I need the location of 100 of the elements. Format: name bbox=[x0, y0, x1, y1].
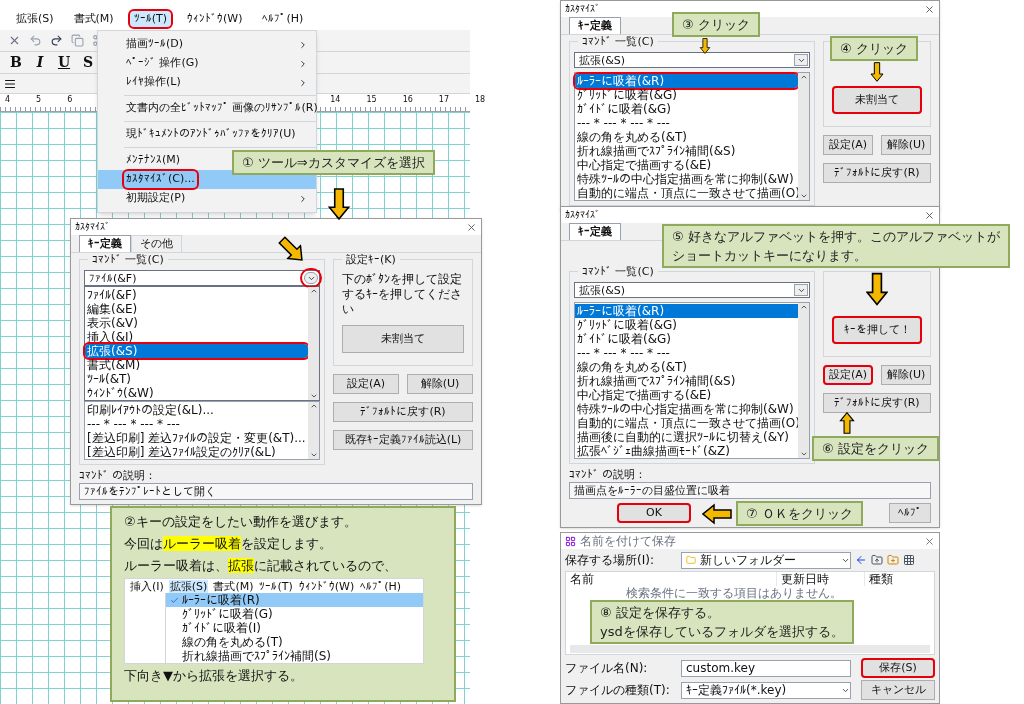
menu-bar-item[interactable]: ﾂｰﾙ(T) bbox=[129, 10, 171, 28]
format-button[interactable]: U bbox=[56, 52, 72, 73]
dropdown-item[interactable]: ｳｨﾝﾄﾞｳ(&W) bbox=[85, 386, 308, 400]
dropdown-item[interactable]: ﾂｰﾙ(&T) bbox=[85, 372, 308, 386]
dropdown-item[interactable]: 挿入(&I) bbox=[85, 330, 308, 344]
command-item[interactable]: ｶﾞｲﾄﾞに吸着(&G) bbox=[575, 102, 798, 116]
location-combo[interactable]: 新しいフォルダー bbox=[681, 551, 851, 569]
dialog-button[interactable]: 設定(A) bbox=[333, 374, 399, 394]
dialog-button[interactable]: 既存ｷｰ定義ﾌｧｲﾙ読込(L) bbox=[333, 430, 473, 450]
column-header[interactable]: 名前 bbox=[566, 572, 776, 586]
command-item[interactable]: 折れ線描画でｽﾌﾟﾗｲﾝ補間(&S) bbox=[575, 374, 798, 388]
command-item[interactable]: --- * --- * --- * --- bbox=[575, 346, 798, 360]
dropdown-item[interactable]: 編集(&E) bbox=[85, 302, 308, 316]
dialog-button[interactable]: 設定(A) bbox=[823, 135, 873, 155]
column-header[interactable]: 更新日時 bbox=[776, 572, 864, 586]
dropdown-button[interactable] bbox=[794, 54, 808, 66]
menu-bar-item[interactable]: 書式(M) bbox=[212, 579, 255, 593]
command-item[interactable]: 印刷ﾚｲｱｳﾄの設定(&L)... bbox=[85, 403, 308, 417]
menu-bar-item[interactable]: 挿入(I) bbox=[129, 579, 165, 593]
menu-item[interactable]: 折れ線描画でｽﾌﾟﾗｲﾝ補間(S) bbox=[166, 649, 423, 663]
menu-item[interactable]: 現ﾄﾞｷｭﾒﾝﾄのｱﾝﾄﾞｩﾊﾞｯﾌｧをｸﾘｱ(U) bbox=[98, 125, 316, 144]
command-item[interactable]: ｸﾞﾘｯﾄﾞに吸着(&G) bbox=[575, 318, 798, 332]
command-combo[interactable]: 拡張(&S) bbox=[574, 282, 810, 298]
view-menu-icon[interactable] bbox=[903, 554, 915, 566]
command-item[interactable]: 拡張ﾍﾞｼﾞｪ曲線描画ﾓｰﾄﾞ(&Z) bbox=[575, 444, 798, 458]
format-button[interactable]: S bbox=[80, 52, 96, 73]
close-icon[interactable] bbox=[924, 535, 935, 547]
dropdown-button[interactable] bbox=[794, 284, 808, 296]
menu-item[interactable]: 初期設定(P) bbox=[98, 189, 316, 208]
dialog-button[interactable]: ﾃﾞﾌｫﾙﾄに戻す(R) bbox=[823, 163, 931, 183]
command-item[interactable]: --- * --- * --- * --- bbox=[575, 116, 798, 130]
command-item[interactable]: ｶﾞｲﾄﾞに吸着(&G) bbox=[575, 332, 798, 346]
key-button[interactable]: ｷｰを押して！ bbox=[832, 316, 922, 344]
menu-bar-item[interactable]: ｳｨﾝﾄﾞｳ(W) bbox=[297, 579, 356, 593]
dropdown-item[interactable]: 書式(&M) bbox=[85, 358, 308, 372]
scroll-down-icon[interactable] bbox=[309, 392, 318, 400]
menu-bar-item[interactable]: 拡張(S) bbox=[12, 10, 58, 28]
redo-icon[interactable] bbox=[50, 34, 63, 47]
menu-item[interactable]: ﾚｲﾔ操作(L) bbox=[98, 73, 316, 92]
tab[interactable]: ｷｰ定義 bbox=[569, 17, 621, 34]
dialog-button[interactable]: キャンセル bbox=[861, 680, 935, 700]
command-item[interactable]: 線の角を丸める(&T) bbox=[575, 360, 798, 374]
scroll-up-icon[interactable] bbox=[799, 303, 808, 311]
command-combo[interactable]: 拡張(&S) bbox=[574, 52, 810, 68]
dialog-button[interactable]: 解除(U) bbox=[881, 365, 931, 385]
command-item[interactable]: 特殊ﾂｰﾙの中心指定描画を常に抑制(&W) bbox=[575, 172, 798, 186]
menu-bar-item[interactable]: 拡張(S) bbox=[168, 579, 209, 593]
close-icon[interactable] bbox=[924, 209, 935, 221]
dialog-button[interactable]: 保存(S) bbox=[861, 658, 935, 678]
align-icon[interactable] bbox=[4, 77, 16, 90]
menu-bar-item[interactable]: 書式(M) bbox=[69, 10, 118, 28]
scroll-down-icon[interactable] bbox=[799, 450, 808, 458]
menu-item[interactable]: 描画ﾂｰﾙ(D) bbox=[98, 35, 316, 54]
folder-up-icon[interactable] bbox=[871, 554, 883, 566]
dialog-button[interactable]: ﾍﾙﾌﾟ bbox=[889, 503, 931, 523]
scroll-down-icon[interactable] bbox=[309, 451, 318, 459]
menu-bar-item[interactable]: ﾍﾙﾌﾟ(H) bbox=[258, 10, 308, 28]
filename-field[interactable]: custom.key bbox=[681, 659, 851, 677]
close-icon[interactable] bbox=[8, 34, 21, 47]
tab[interactable]: ｷｰ定義 bbox=[569, 223, 621, 240]
scroll-up-icon[interactable] bbox=[309, 402, 318, 410]
menu-item[interactable]: ｸﾞﾘｯﾄﾞに吸着(G) bbox=[166, 607, 423, 621]
menu-item[interactable]: 文書内の全ﾋﾞｯﾄﾏｯﾌﾟ 画像のﾘｻﾝﾌﾟﾙ(R) bbox=[98, 99, 316, 118]
dropdown-item[interactable]: 拡張(&S) bbox=[85, 344, 308, 358]
back-icon[interactable] bbox=[855, 554, 867, 566]
command-item[interactable]: 折れ線描画でｽﾌﾟﾗｲﾝ補間(&S) bbox=[575, 144, 798, 158]
scrollbar[interactable] bbox=[798, 303, 809, 458]
scroll-up-icon[interactable] bbox=[309, 287, 318, 295]
scrollbar[interactable] bbox=[308, 402, 319, 459]
key-button[interactable]: 未割当て bbox=[832, 86, 922, 114]
close-icon[interactable] bbox=[924, 3, 935, 15]
dropdown-item[interactable]: ﾌｧｲﾙ(&F) bbox=[85, 288, 308, 302]
command-item[interactable]: 描画後に自動的に選択ﾂｰﾙに切替え(&Y) bbox=[575, 430, 798, 444]
format-button[interactable]: I bbox=[32, 52, 48, 73]
key-button[interactable]: 未割当て bbox=[342, 325, 464, 353]
tab[interactable]: ｷｰ定義 bbox=[79, 235, 131, 252]
close-icon[interactable] bbox=[466, 221, 477, 233]
dialog-button[interactable]: 解除(U) bbox=[407, 374, 473, 394]
scroll-down-icon[interactable] bbox=[799, 192, 808, 200]
menu-bar-item[interactable]: ﾍﾙﾌﾟ(H) bbox=[359, 579, 403, 593]
dialog-button[interactable]: 解除(U) bbox=[881, 135, 931, 155]
dialog-button[interactable]: OK bbox=[617, 503, 691, 523]
scrollbar[interactable] bbox=[798, 73, 809, 200]
command-item[interactable]: 線の角を丸める(&T) bbox=[575, 130, 798, 144]
menu-bar-item[interactable]: ﾂｰﾙ(T) bbox=[258, 579, 294, 593]
command-item[interactable]: --- * --- * --- * --- bbox=[85, 417, 308, 431]
menu-item[interactable]: ﾍﾟｰｼﾞ 操作(G) bbox=[98, 54, 316, 73]
command-item[interactable]: ｸﾞﾘｯﾄﾞに吸着(&G) bbox=[575, 88, 798, 102]
dialog-button[interactable]: ﾃﾞﾌｫﾙﾄに戻す(R) bbox=[823, 393, 931, 413]
format-button[interactable]: B bbox=[8, 52, 24, 73]
menu-item[interactable]: 線の角を丸める(T) bbox=[166, 635, 423, 649]
command-item[interactable]: 中心指定で描画する(&E) bbox=[575, 158, 798, 172]
dialog-button[interactable]: ﾃﾞﾌｫﾙﾄに戻す(R) bbox=[333, 402, 473, 422]
menu-item[interactable]: ﾙｰﾗｰに吸着(R) bbox=[166, 593, 423, 607]
command-item[interactable]: ﾙｰﾗｰに吸着(&R) bbox=[575, 74, 798, 88]
dialog-button[interactable]: 設定(A) bbox=[823, 365, 873, 385]
file-type-combo[interactable]: ｷｰ定義ﾌｧｲﾙ(*.key) bbox=[681, 681, 851, 699]
column-header[interactable]: 種類 bbox=[864, 572, 934, 586]
menu-item[interactable]: ｶﾞｲﾄﾞに吸着(I) bbox=[166, 621, 423, 635]
horizontal-scrollbar[interactable] bbox=[570, 645, 930, 653]
